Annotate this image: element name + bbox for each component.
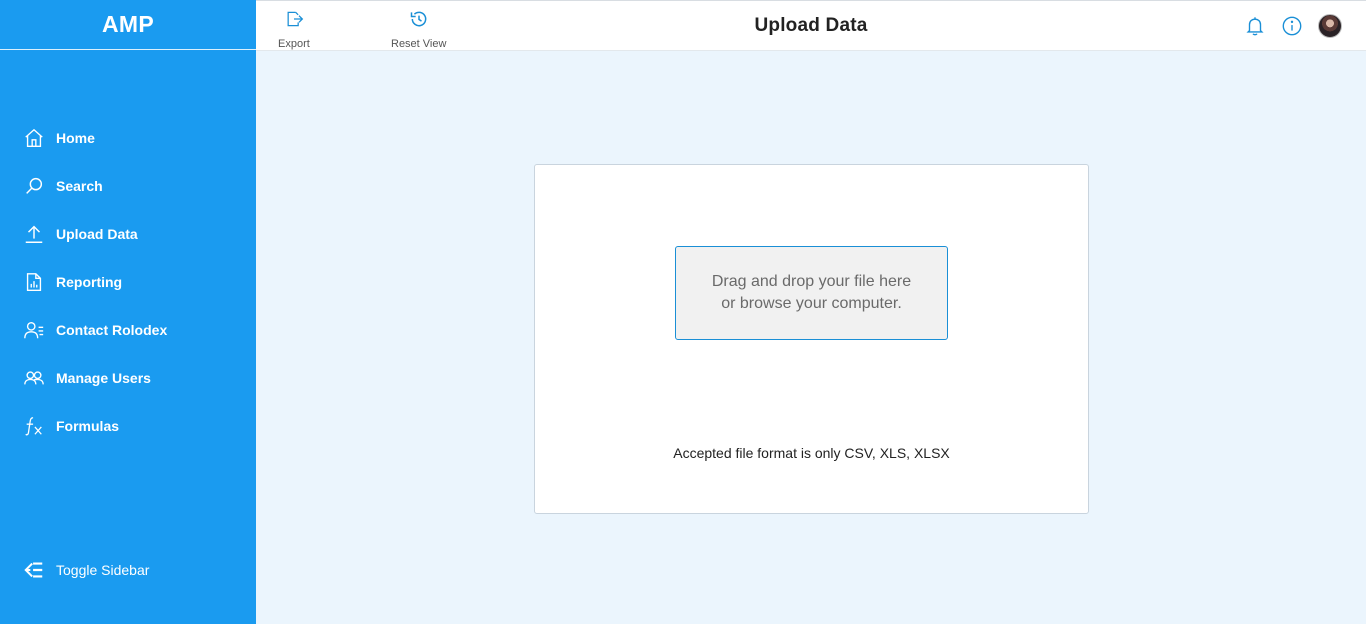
brand-logo: AMP [0,0,256,50]
sidebar-item-label: Search [56,178,103,194]
dropzone-text-line2: or browse your computer. [721,295,902,312]
sidebar-item-label: Manage Users [56,370,151,386]
sidebar-item-label: Upload Data [56,226,138,242]
sidebar-nav: Home Search Upload Data Reporting Contac… [0,114,256,450]
reset-view-label: Reset View [391,38,447,50]
avatar[interactable] [1318,14,1342,38]
top-header: Export Reset View Upload Data [256,0,1366,51]
accepted-formats-note: Accepted file format is only CSV, XLS, X… [673,445,950,461]
home-icon [22,126,46,150]
file-dropzone[interactable]: Drag and drop your file here or browse y… [675,246,948,340]
upload-card: Drag and drop your file here or browse y… [534,164,1089,514]
sidebar-item-reporting[interactable]: Reporting [0,258,256,306]
toggle-sidebar-button[interactable]: Toggle Sidebar [0,546,256,594]
bell-icon[interactable] [1244,15,1266,37]
sidebar-item-upload-data[interactable]: Upload Data [0,210,256,258]
sidebar-item-search[interactable]: Search [0,162,256,210]
report-icon [22,270,46,294]
sidebar-item-formulas[interactable]: Formulas [0,402,256,450]
sidebar-item-label: Formulas [56,418,120,434]
sidebar-item-label: Contact Rolodex [56,322,168,338]
toggle-sidebar-label: Toggle Sidebar [56,562,150,578]
collapse-sidebar-icon [22,558,46,582]
sidebar-item-label: Reporting [56,274,123,290]
sidebar-item-contact-rolodex[interactable]: Contact Rolodex [0,306,256,354]
export-label: Export [278,38,310,50]
sidebar: AMP Home Search Upload Data Reporting Co… [0,0,256,624]
search-icon [22,174,46,198]
sidebar-item-manage-users[interactable]: Manage Users [0,354,256,402]
info-icon[interactable] [1281,15,1303,37]
users-icon [22,366,46,390]
upload-icon [22,222,46,246]
sidebar-item-label: Home [56,130,95,146]
contact-icon [22,318,46,342]
sidebar-item-home[interactable]: Home [0,114,256,162]
dropzone-text-line1: Drag and drop your file here [711,273,912,290]
page-title: Upload Data [754,15,868,36]
formula-icon [22,414,46,438]
